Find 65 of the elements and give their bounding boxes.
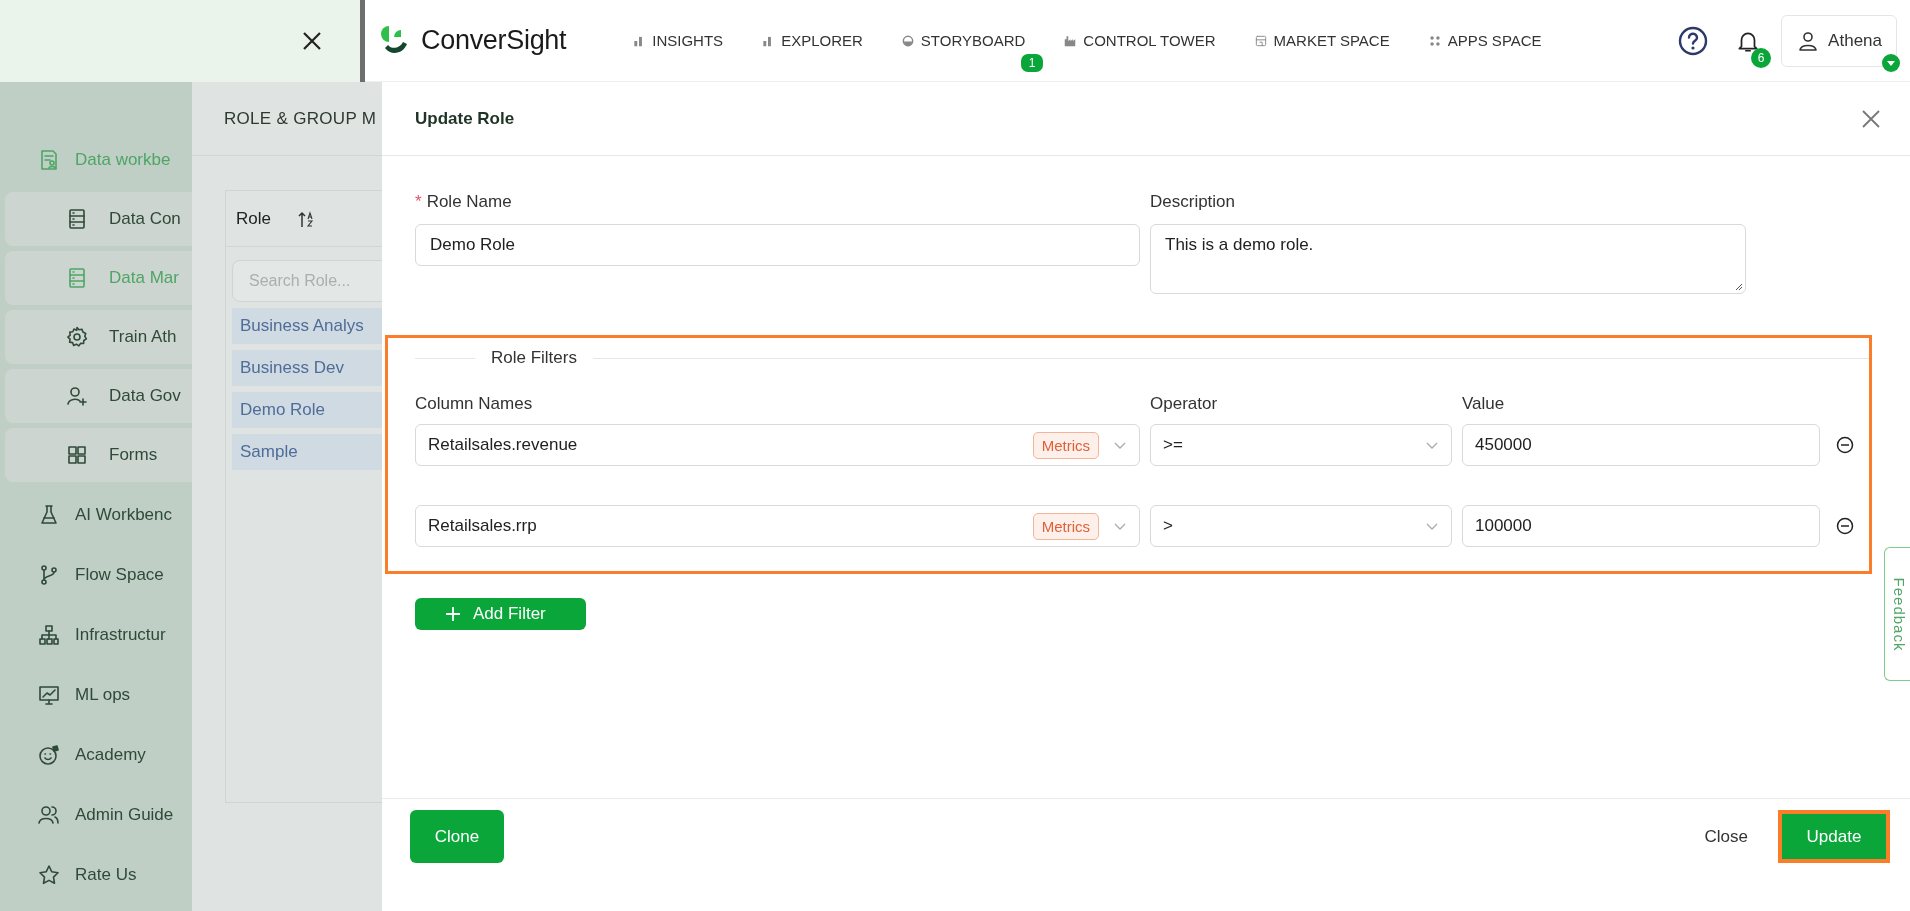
sidebar-item[interactable]: Admin Guide — [0, 787, 192, 842]
sidebar-item[interactable]: Infrastructur — [0, 607, 192, 662]
sidebar-item[interactable]: Flow Space — [0, 547, 192, 602]
close-link[interactable]: Close — [1698, 810, 1754, 863]
column-select[interactable]: Retailsales.rrp Metrics — [415, 505, 1140, 547]
sidebar-item[interactable]: AI Workbenc — [0, 487, 192, 542]
resize-grip-icon — [1735, 283, 1743, 291]
nav-item[interactable]: MARKET SPACE — [1253, 32, 1390, 49]
role-item[interactable]: Business Analys — [232, 308, 382, 344]
remove-button[interactable] — [1836, 436, 1854, 454]
gauge-icon — [900, 33, 915, 48]
factory-icon — [1063, 33, 1078, 48]
column-label: Value — [1462, 394, 1506, 414]
count-badge: 1 — [1020, 54, 1044, 72]
hierarchy-icon — [37, 622, 61, 647]
sidebar-item[interactable]: ML ops — [0, 667, 192, 722]
dropdown-icon — [1882, 53, 1900, 72]
smiley-hat-icon — [37, 742, 61, 767]
sidebar-item[interactable]: Academy — [0, 727, 192, 782]
drawer-title: Update Role — [415, 108, 515, 129]
nav-item[interactable]: INSIGHTS — [632, 32, 724, 49]
submenu-item[interactable]: Data Gov — [5, 369, 192, 423]
star-icon — [37, 862, 61, 887]
sort-button[interactable] — [296, 209, 315, 228]
required-mark: * — [415, 192, 422, 212]
column-select[interactable]: Retailsales.revenue Metrics — [415, 424, 1140, 466]
remove-button[interactable] — [1836, 517, 1854, 535]
section-title: Role Filters — [491, 348, 577, 368]
role-name-field[interactable]: Demo Role — [415, 224, 1140, 266]
nav-item[interactable]: CONTROL TOWER — [1063, 32, 1216, 49]
metrics-tag: Metrics — [1032, 512, 1099, 540]
operator-select[interactable]: > — [1150, 505, 1452, 547]
role-item[interactable]: Demo Role — [232, 392, 382, 428]
settings-icon — [65, 325, 89, 349]
field-label: Role Name — [426, 192, 512, 212]
description-field[interactable]: This is a demo role. — [1150, 224, 1746, 294]
notification-count: 6 — [1751, 47, 1772, 68]
nav-item[interactable]: EXPLORER — [761, 32, 863, 49]
column-label: Operator — [1150, 394, 1219, 414]
grid-icon — [65, 443, 89, 467]
operator-select[interactable]: >= — [1150, 424, 1452, 466]
metrics-tag: Metrics — [1032, 431, 1099, 459]
value-field[interactable]: 450000 — [1462, 424, 1820, 466]
sidebar-item[interactable]: Rate Us — [0, 847, 192, 902]
help-icon — [1677, 24, 1710, 57]
brand-name: ConverSight — [421, 25, 567, 56]
field-label: Description — [1150, 192, 1237, 212]
minus-circle-icon — [1836, 436, 1854, 454]
value-field[interactable]: 100000 — [1462, 505, 1820, 547]
submenu-item[interactable]: Data Con — [5, 192, 192, 246]
user-add-icon — [65, 384, 89, 408]
column-label: Column Names — [415, 394, 534, 414]
help-button[interactable] — [1677, 24, 1710, 57]
apps-icon — [1427, 33, 1442, 48]
role-item[interactable]: Business Dev — [232, 350, 382, 386]
minus-circle-icon — [1836, 517, 1854, 535]
store-icon — [1253, 33, 1268, 48]
submenu-item[interactable]: Forms — [5, 428, 192, 482]
sort-icon — [296, 209, 315, 228]
plus-icon — [445, 606, 461, 622]
role-item[interactable]: Sample — [232, 434, 382, 470]
close-icon — [1860, 107, 1882, 130]
nav-item[interactable]: APPS SPACE — [1427, 32, 1542, 49]
column-header: Role — [236, 208, 271, 229]
submenu-item[interactable]: Train Ath — [5, 310, 192, 364]
